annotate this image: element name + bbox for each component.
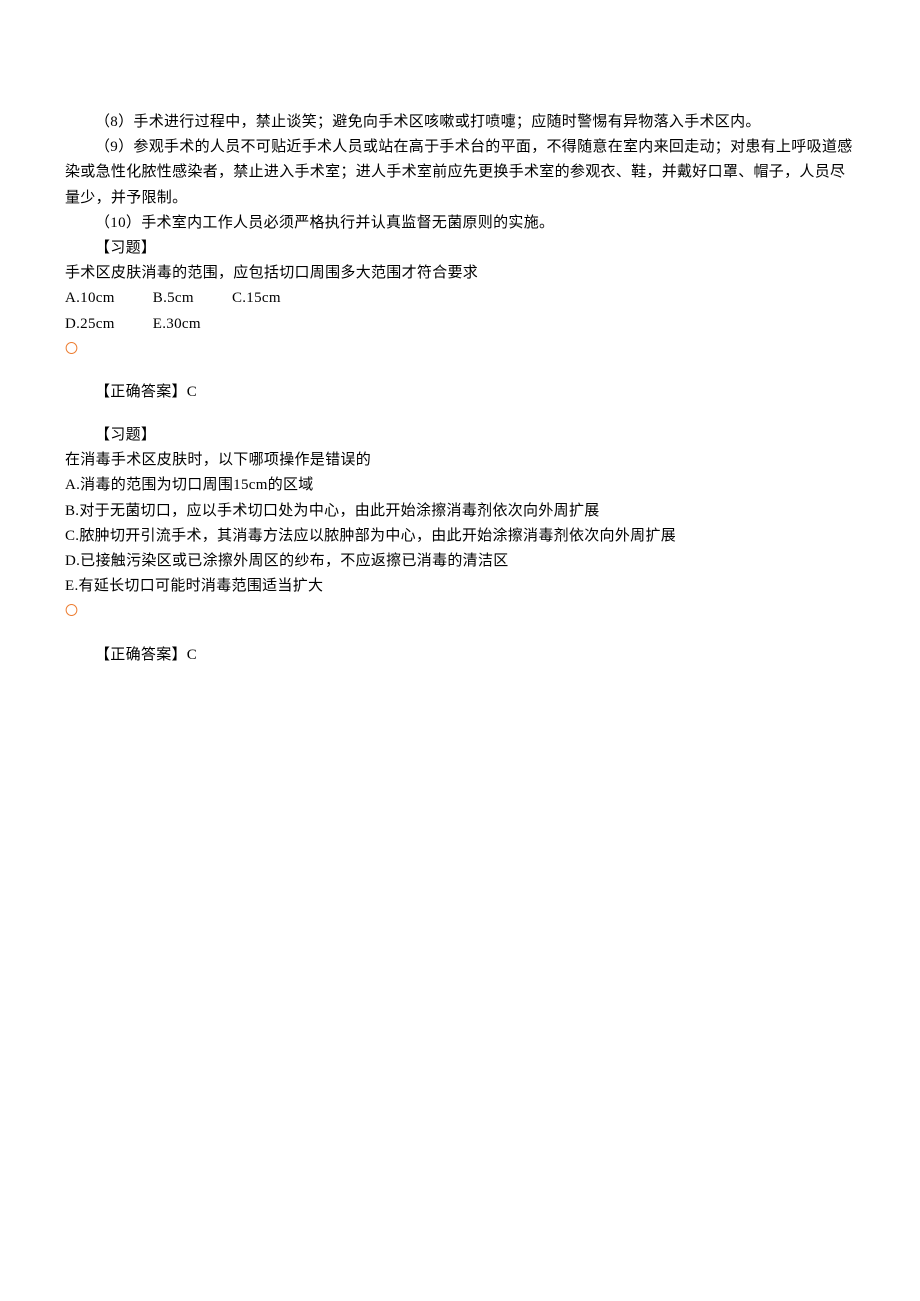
paragraph-8: （8）手术进行过程中，禁止谈笑；避免向手术区咳嗽或打喷嚏；应随时警惕有异物落入手…: [65, 110, 855, 135]
q1-header: 【习题】: [65, 236, 855, 261]
q1-options-row1: A.10cm B.5cm C.15cm: [65, 286, 855, 311]
q1-option-e: E.30cm: [153, 312, 201, 337]
q2-option-e: E.有延长切口可能时消毒范围适当扩大: [65, 574, 855, 599]
q2-option-c: C.脓肿切开引流手术，其消毒方法应以脓肿部为中心，由此开始涂擦消毒剂依次向外周扩…: [65, 524, 855, 549]
circle-icon: 〇: [65, 341, 78, 357]
q2-answer: 【正确答案】C: [65, 643, 855, 668]
paragraph-10: （10）手术室内工作人员必须严格执行并认真监督无菌原则的实施。: [65, 211, 855, 236]
q1-options-row2: D.25cm E.30cm: [65, 312, 855, 337]
q1-option-a: A.10cm: [65, 286, 115, 311]
q2-option-a: A.消毒的范围为切口周围15cm的区域: [65, 473, 855, 498]
q2-stem: 在消毒手术区皮肤时，以下哪项操作是错误的: [65, 448, 855, 473]
q2-option-b: B.对于无菌切口，应以手术切口处为中心，由此开始涂擦消毒剂依次向外周扩展: [65, 499, 855, 524]
paragraph-9: （9）参观手术的人员不可贴近手术人员或站在高于手术台的平面，不得随意在室内来回走…: [65, 135, 855, 211]
q1-stem: 手术区皮肤消毒的范围，应包括切口周围多大范围才符合要求: [65, 261, 855, 286]
q1-answer: 【正确答案】C: [65, 380, 855, 405]
q2-header: 【习题】: [65, 423, 855, 448]
q1-option-d: D.25cm: [65, 312, 115, 337]
document-page: （8）手术进行过程中，禁止谈笑；避免向手术区咳嗽或打喷嚏；应随时警惕有异物落入手…: [0, 0, 920, 668]
circle-icon: 〇: [65, 603, 78, 619]
q2-option-d: D.已接触污染区或已涂擦外周区的纱布，不应返擦已消毒的清洁区: [65, 549, 855, 574]
q1-option-c: C.15cm: [232, 286, 281, 311]
q1-option-b: B.5cm: [153, 286, 194, 311]
